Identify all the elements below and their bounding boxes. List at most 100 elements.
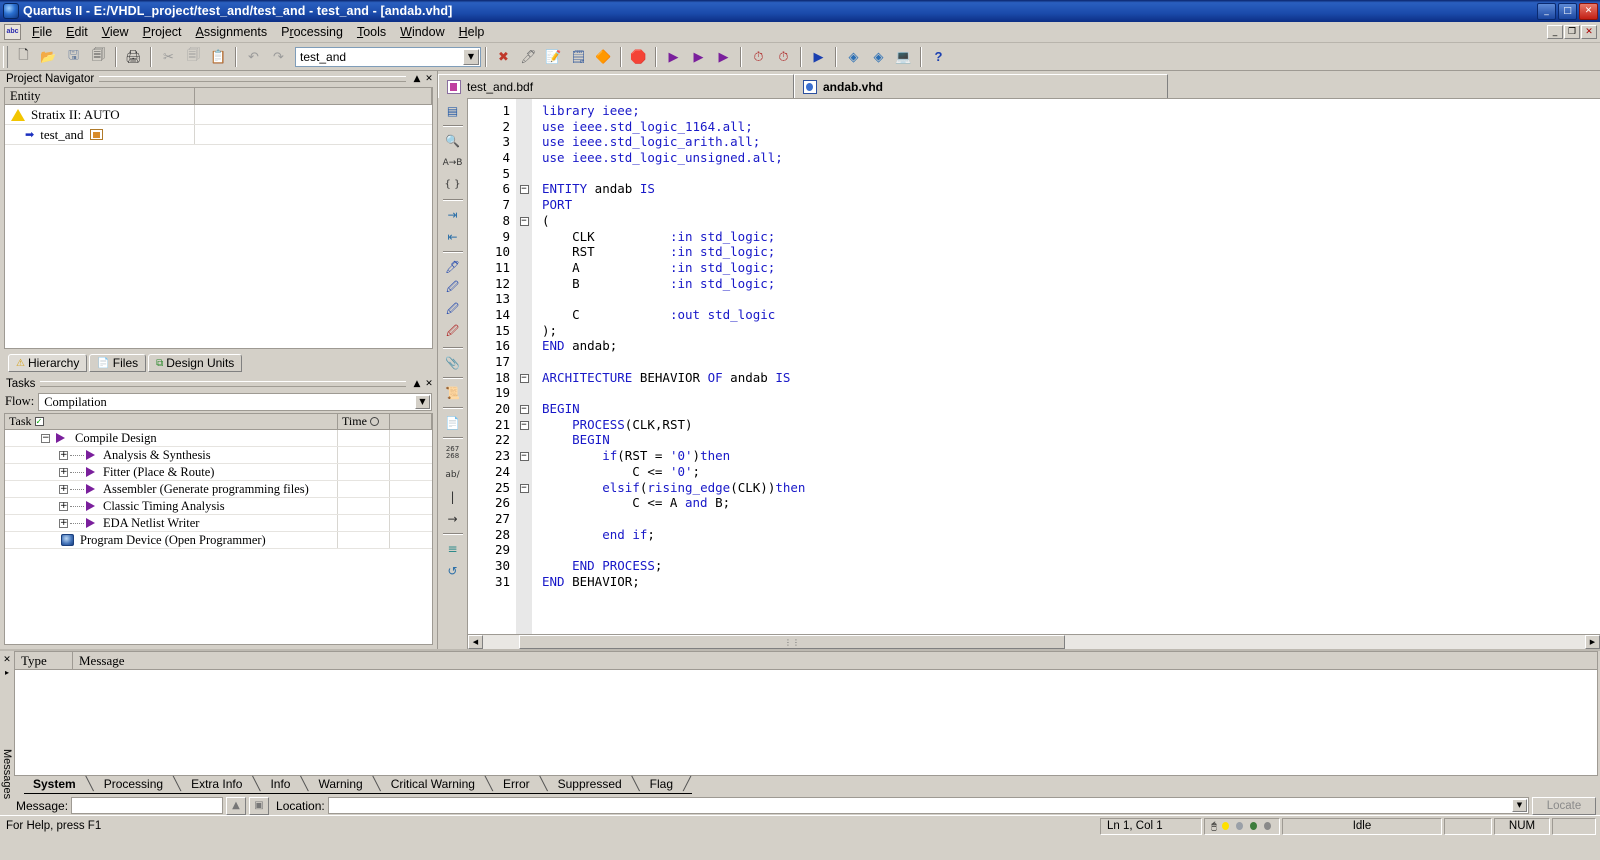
fold-toggle-icon[interactable]: −	[516, 448, 532, 464]
messages-close-icon[interactable]: ✕	[3, 655, 11, 665]
match-brace-icon[interactable]: { }	[441, 174, 465, 195]
close-icon[interactable]: ✕	[423, 74, 435, 84]
code-line[interactable]	[532, 385, 1600, 401]
collapse-icon[interactable]: ▲	[411, 74, 423, 84]
messages-table[interactable]: Type Message	[14, 651, 1598, 776]
column-select-icon[interactable]: |	[441, 486, 465, 507]
copy-icon[interactable]: 🗐	[182, 45, 205, 68]
code-line[interactable]	[532, 354, 1600, 370]
menu-view[interactable]: View	[95, 23, 136, 41]
task-row[interactable]: + Fitter (Place & Route)	[5, 464, 432, 481]
task-row[interactable]: + Analysis & Synthesis	[5, 447, 432, 464]
start-fitter-icon[interactable]: ▶	[712, 45, 735, 68]
minimize-button[interactable]: _	[1537, 2, 1556, 20]
play-icon[interactable]	[86, 450, 95, 460]
help-icon[interactable]: ?	[927, 45, 950, 68]
attach-icon[interactable]: 📎	[441, 352, 465, 373]
code-line[interactable]: END PROCESS;	[532, 558, 1600, 574]
play-icon[interactable]	[86, 467, 95, 477]
code-line[interactable]: C :out std_logic	[532, 307, 1600, 323]
code-line[interactable]: );	[532, 323, 1600, 339]
task-row[interactable]: + EDA Netlist Writer	[5, 515, 432, 532]
bookmark-clear-icon[interactable]: 🖉	[441, 322, 465, 343]
messages-tab-warning[interactable]: Warning	[309, 776, 372, 794]
location-input[interactable]: ▼	[327, 797, 1529, 814]
code-line[interactable]: end if;	[532, 527, 1600, 543]
editor-tab-bdf[interactable]: test_and.bdf	[438, 74, 794, 98]
code-line[interactable]	[532, 291, 1600, 307]
insert-template-icon[interactable]: ▤	[441, 100, 465, 121]
play-icon[interactable]	[56, 433, 65, 443]
increase-indent-icon[interactable]: ⇥	[441, 204, 465, 225]
save-file-icon[interactable]: 🖫	[62, 45, 85, 68]
code-line[interactable]: ENTITY andab IS	[532, 181, 1600, 197]
code-line[interactable]: use ieee.std_logic_1164.all;	[532, 119, 1600, 135]
code-line[interactable]: if(RST = '0')then	[532, 448, 1600, 464]
play-icon[interactable]	[86, 518, 95, 528]
text-mode-icon[interactable]: ab/	[441, 464, 465, 485]
save-all-icon[interactable]: 🗐	[87, 45, 110, 68]
tab-files[interactable]: 📄 Files	[89, 354, 147, 372]
bookmark-toggle-icon[interactable]: 🖉	[441, 300, 465, 321]
tasks-column-time[interactable]: Time	[338, 414, 390, 429]
code-line[interactable]	[532, 166, 1600, 182]
editor-tab-vhd[interactable]: andab.vhd	[794, 74, 1168, 98]
toolbar-grip[interactable]	[3, 45, 8, 68]
project-revision-combo[interactable]: test_and ▼	[295, 46, 481, 67]
scroll-track[interactable]: ⋮⋮	[483, 635, 1585, 649]
messages-tab-suppressed[interactable]: Suppressed	[548, 776, 631, 794]
timing-analyzer-icon[interactable]: ⏱	[747, 45, 770, 68]
tasks-column-task[interactable]: Task ✓	[5, 414, 338, 429]
scroll-thumb[interactable]: ⋮⋮	[519, 635, 1065, 649]
expander-icon[interactable]: +	[59, 467, 68, 477]
messages-tab-info[interactable]: Info	[261, 776, 300, 794]
editor-horizontal-scrollbar[interactable]: ◀ ⋮⋮ ▶	[468, 634, 1600, 649]
code-line[interactable]: END BEHAVIOR;	[532, 574, 1600, 590]
code-line[interactable]: library ieee;	[532, 103, 1600, 119]
code-line[interactable]	[532, 542, 1600, 558]
mdi-restore-button[interactable]: ❐	[1564, 25, 1580, 39]
code-line[interactable]: C <= A and B;	[532, 495, 1600, 511]
messages-tab-extra-info[interactable]: Extra Info	[182, 776, 252, 794]
programmer-device-icon[interactable]	[61, 534, 74, 546]
code-line[interactable]: use ieee.std_logic_unsigned.all;	[532, 150, 1600, 166]
tab-design-units[interactable]: ⧉ Design Units	[148, 354, 243, 372]
code-line[interactable]: B :in std_logic;	[532, 276, 1600, 292]
messages-list[interactable]	[15, 670, 1597, 775]
code-line[interactable]: BEGIN	[532, 401, 1600, 417]
scroll-lock-icon[interactable]: 📜	[441, 382, 465, 403]
message-input[interactable]	[71, 797, 224, 814]
expander-icon[interactable]: +	[59, 518, 68, 528]
classic-timing-icon[interactable]: ⏱	[772, 45, 795, 68]
expander-icon[interactable]: −	[41, 433, 50, 443]
message-find-icon[interactable]: ▣	[249, 796, 270, 815]
assignment-editor-icon[interactable]: 📝	[542, 45, 565, 68]
start-compilation-icon[interactable]: ▶	[662, 45, 685, 68]
mdi-minimize-button[interactable]: _	[1547, 25, 1563, 39]
code-line[interactable]: PROCESS(CLK,RST)	[532, 417, 1600, 433]
device-icon[interactable]: 🔶	[592, 45, 615, 68]
align-icon[interactable]: ≡	[441, 538, 465, 559]
project-navigator-tree[interactable]: Entity Stratix II: AUTO ➡ test_and	[4, 87, 433, 349]
code-line[interactable]: CLK :in std_logic;	[532, 229, 1600, 245]
message-up-icon[interactable]: ▲	[226, 796, 247, 815]
check-syntax-icon[interactable]: 📄	[441, 412, 465, 433]
play-icon[interactable]	[86, 501, 95, 511]
programmer-icon[interactable]: 💻	[892, 45, 915, 68]
messages-tab-flag[interactable]: Flag	[640, 776, 683, 794]
fold-toggle-icon[interactable]: −	[516, 480, 532, 496]
open-file-icon[interactable]: 📂	[37, 45, 60, 68]
find-icon[interactable]: 🔍	[441, 130, 465, 151]
fold-toggle-icon[interactable]: −	[516, 213, 532, 229]
tab-hierarchy[interactable]: ⚠ Hierarchy	[8, 354, 88, 372]
task-row[interactable]: + Classic Timing Analysis	[5, 498, 432, 515]
menu-project[interactable]: Project	[136, 23, 189, 41]
maximize-button[interactable]: □	[1558, 2, 1577, 20]
code-line[interactable]: use ieee.std_logic_arith.all;	[532, 134, 1600, 150]
redo-icon[interactable]: ↷	[267, 45, 290, 68]
close-button[interactable]: ✕	[1579, 2, 1598, 20]
new-file-icon[interactable]: 🗋	[12, 45, 35, 68]
task-row[interactable]: + Assembler (Generate programming files)	[5, 481, 432, 498]
messages-column-type[interactable]: Type	[15, 652, 73, 669]
code-line[interactable]: C <= '0';	[532, 464, 1600, 480]
